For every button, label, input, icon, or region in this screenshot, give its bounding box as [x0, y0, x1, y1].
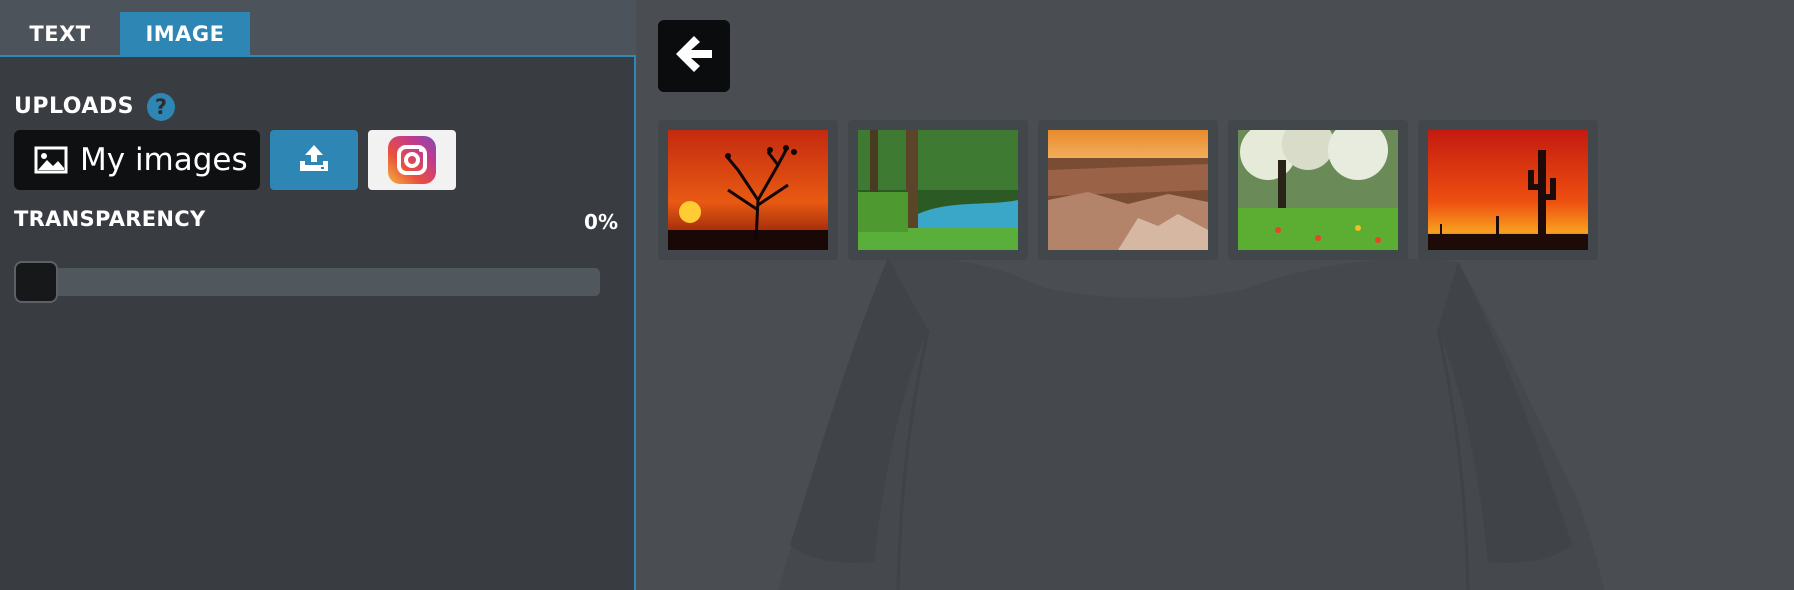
help-icon[interactable]: ? [147, 93, 175, 121]
image-icon [34, 146, 68, 174]
instagram-button[interactable] [368, 130, 456, 190]
transparency-slider-handle[interactable] [14, 261, 58, 303]
side-panel: TEXT IMAGE UPLOADS ? My images TRANSPARE… [0, 0, 636, 590]
back-button[interactable] [658, 20, 730, 92]
gallery-image-sunset-tree[interactable] [658, 120, 838, 260]
transparency-value: 0% [584, 210, 618, 234]
arrow-left-icon [672, 32, 716, 80]
my-images-button[interactable]: My images [14, 130, 260, 190]
tab-text[interactable]: TEXT [0, 12, 120, 57]
tshirt-mockup [778, 257, 1604, 590]
gallery-image-blossom-tree[interactable] [1228, 120, 1408, 260]
gallery-image-forest-river[interactable] [848, 120, 1028, 260]
transparency-label: TRANSPARENCY [14, 207, 206, 231]
gallery-image-canyon[interactable] [1038, 120, 1218, 260]
instagram-icon [388, 136, 436, 184]
uploads-heading: UPLOADS [14, 94, 134, 119]
upload-icon [298, 143, 330, 177]
tab-image[interactable]: IMAGE [120, 12, 250, 57]
gallery-image-desert-sunset[interactable] [1418, 120, 1598, 260]
upload-button[interactable] [270, 130, 358, 190]
transparency-slider[interactable] [14, 268, 600, 296]
my-images-label: My images [80, 142, 248, 178]
design-stage [638, 0, 1794, 590]
tab-bar: TEXT IMAGE [0, 0, 636, 57]
